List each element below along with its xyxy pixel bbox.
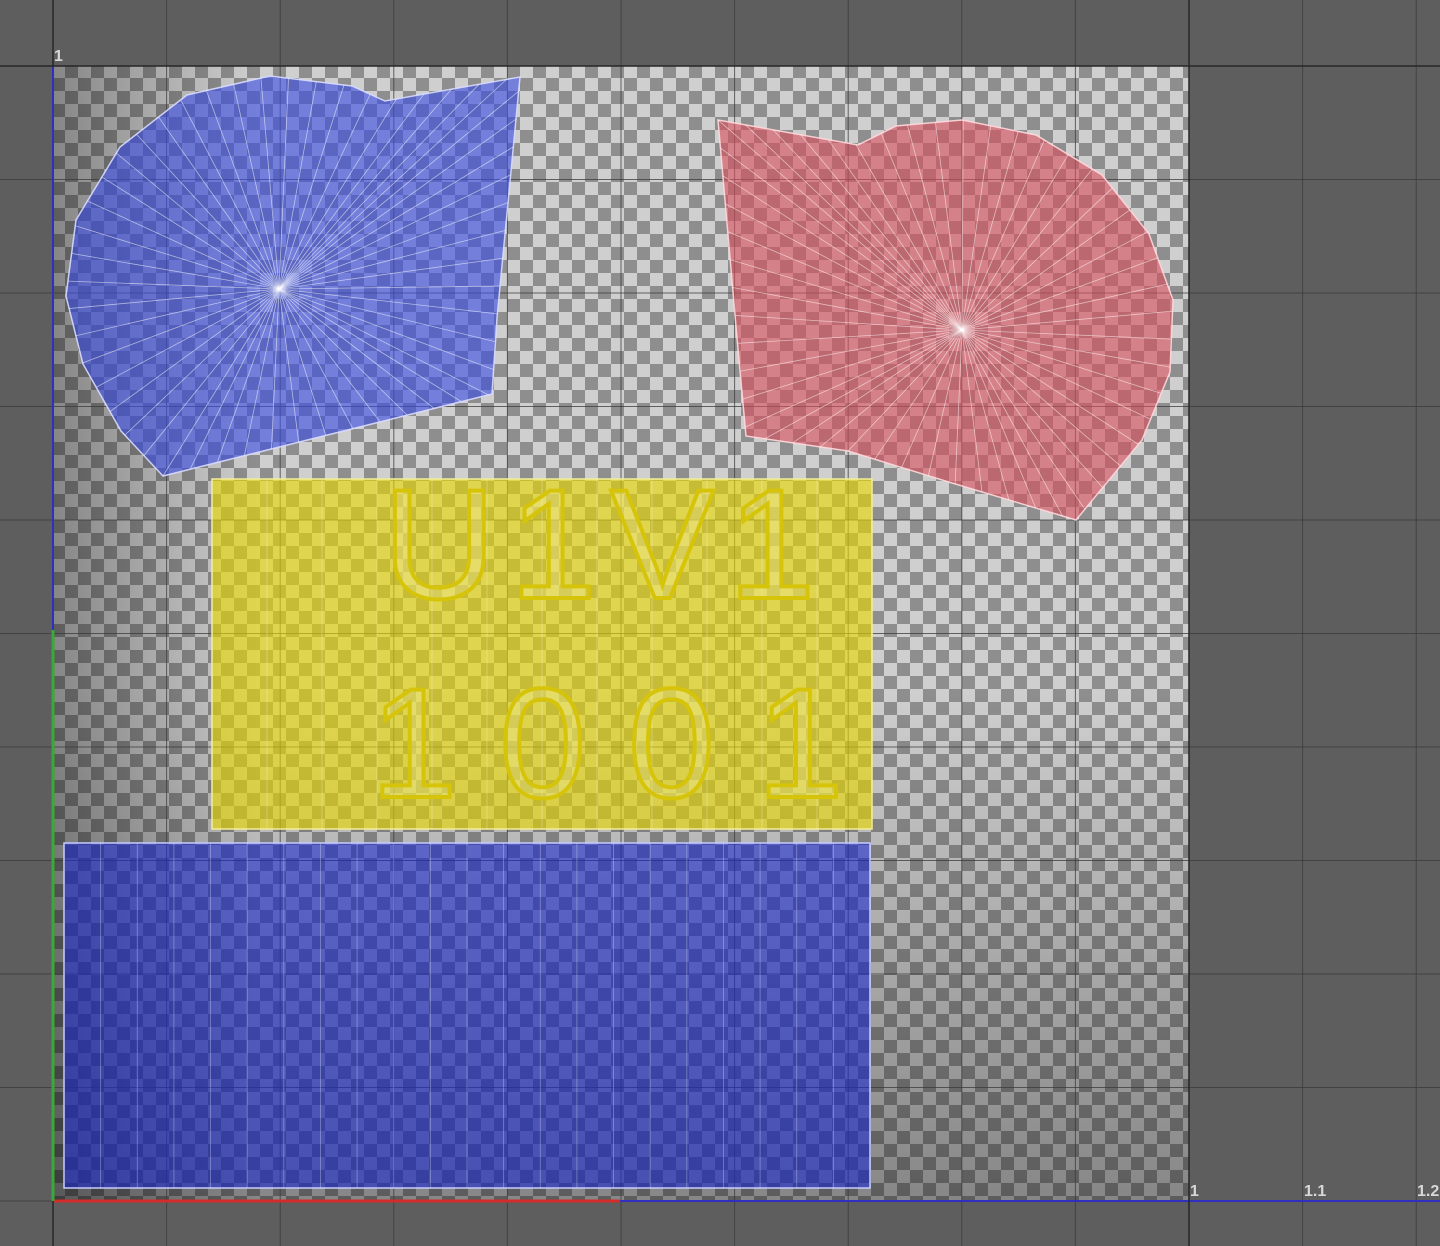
u-tick-label-1-2: 1.2 (1417, 1183, 1439, 1200)
tile-label-line1: U1V1 (383, 458, 829, 632)
navy-rect-shell[interactable] (63, 842, 871, 1189)
navy-rect-wireframe (100, 843, 834, 1188)
u-tick-label-1: 1 (1190, 1183, 1199, 1200)
tile-label-line2: 1001 (370, 657, 885, 831)
v-tick-label-top: 1 (54, 48, 63, 65)
u-tick-label-1-1: 1.1 (1304, 1183, 1326, 1200)
uv-editor-viewport[interactable]: U1V1 1001 1 1 1.1 1.2 (0, 0, 1440, 1246)
